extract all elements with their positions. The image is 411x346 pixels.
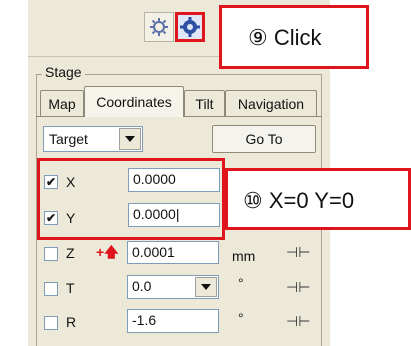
r-unit: °: [238, 310, 244, 326]
target-select-value: Target: [49, 131, 88, 147]
t-label: T: [66, 280, 75, 296]
t-value: 0.0: [132, 278, 152, 294]
r-value: -1.6: [132, 312, 157, 328]
goto-button-label: Go To: [245, 131, 283, 147]
xy-callout-text: ⑩ X=0 Y=0: [243, 188, 355, 213]
xy-highlight-box: [37, 158, 225, 240]
coordinates-tool-button[interactable]: [175, 12, 205, 42]
tab-tilt[interactable]: Tilt: [184, 90, 225, 116]
click-callout-text: ⑨ Click: [248, 25, 322, 50]
chevron-down-icon[interactable]: [119, 128, 141, 150]
stage-group-title: Stage: [42, 64, 85, 80]
pin-icon[interactable]: ⊣⊢: [286, 244, 310, 261]
tab-coordinates-label: Coordinates: [96, 94, 172, 110]
xy-callout: ⑩ X=0 Y=0: [225, 168, 411, 230]
z-coordinate-field[interactable]: 0.0001: [127, 241, 219, 264]
pin-icon[interactable]: ⊣⊢: [286, 279, 310, 296]
z-checkbox[interactable]: [44, 247, 58, 261]
r-value-field[interactable]: -1.6: [127, 309, 219, 333]
click-callout: ⑨ Click: [219, 5, 369, 69]
z-label: Z: [66, 245, 75, 261]
t-unit: °: [238, 275, 244, 291]
r-label: R: [66, 314, 77, 330]
t-value-select[interactable]: 0.0: [127, 275, 219, 299]
blue-cog-icon: [180, 17, 200, 37]
tab-navigation[interactable]: Navigation: [225, 90, 317, 116]
chevron-down-icon[interactable]: [195, 277, 217, 297]
z-coordinate-value: 0.0001: [132, 244, 175, 260]
z-unit: mm: [232, 248, 256, 264]
pin-icon[interactable]: ⊣⊢: [286, 313, 310, 330]
r-checkbox[interactable]: [44, 316, 58, 330]
tab-tilt-label: Tilt: [195, 95, 214, 112]
goto-button[interactable]: Go To: [212, 125, 316, 153]
t-checkbox[interactable]: [44, 282, 58, 296]
target-select[interactable]: Target: [43, 126, 143, 152]
stage-tool-button[interactable]: [144, 12, 174, 42]
gear-icon: [150, 18, 168, 36]
tab-map[interactable]: Map: [40, 90, 84, 116]
move-arrow-icon: +🡅: [96, 244, 119, 260]
tab-map-label: Map: [48, 95, 76, 112]
tab-coordinates[interactable]: Coordinates: [84, 86, 184, 117]
tab-navigation-label: Navigation: [237, 95, 305, 112]
